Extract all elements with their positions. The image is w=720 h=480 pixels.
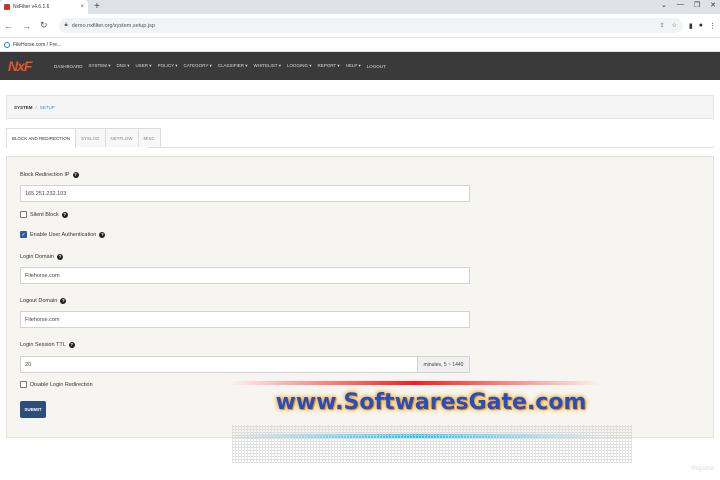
browser-menu-icon[interactable]: ⋮ bbox=[709, 22, 716, 30]
setup-tabs: BLOCK AND REDIRECTION SYSLOG NETFLOW MIS… bbox=[6, 128, 161, 148]
logout-domain-input[interactable]: Filehorse.com bbox=[20, 311, 470, 328]
tab-misc[interactable]: MISC bbox=[137, 128, 161, 147]
menu-category[interactable]: CATEGORY ▾ bbox=[184, 63, 212, 69]
browser-tab-strip: NxFilter v4.6.1.6 × + ⌄ — ❐ ✕ bbox=[0, 0, 720, 14]
session-ttl-label: Login Session TTL ? bbox=[20, 342, 75, 348]
nxfilter-logo[interactable]: NxF bbox=[0, 52, 54, 80]
menu-dns[interactable]: DNS ▾ bbox=[117, 63, 130, 69]
browser-toolbar: ← → ↻ 🔒︎ demo.nxfilter.org/system,setup.… bbox=[0, 14, 720, 38]
help-icon[interactable]: ? bbox=[99, 231, 106, 238]
breadcrumb-section[interactable]: SYSTEM bbox=[14, 105, 33, 110]
help-icon[interactable]: ? bbox=[60, 298, 67, 304]
forward-icon[interactable]: → bbox=[22, 21, 31, 31]
breadcrumb-page: SETUP bbox=[39, 104, 55, 110]
tab-syslog[interactable]: SYSLOG bbox=[75, 128, 106, 147]
session-ttl-input[interactable]: 20 bbox=[20, 356, 418, 373]
bookmark-filehorse[interactable]: FileHorse.com / Fre... bbox=[13, 42, 61, 48]
breadcrumb-separator: / bbox=[35, 104, 37, 110]
browser-tab-title: NxFilter v4.6.1.6 bbox=[13, 4, 50, 10]
logout-domain-label: Logout Domain ? bbox=[20, 298, 67, 304]
silent-block-checkbox[interactable]: Silent Block ? bbox=[20, 211, 68, 218]
help-icon[interactable]: ? bbox=[72, 172, 79, 178]
menu-whitelist[interactable]: WHITELIST ▾ bbox=[254, 63, 281, 69]
login-domain-input[interactable]: Filehorse.com bbox=[20, 267, 470, 284]
profile-icon[interactable]: ● bbox=[699, 22, 703, 29]
block-ip-input[interactable]: 165.251.232.103 bbox=[20, 185, 470, 202]
disable-login-redirect-label: Disable Login Redirection bbox=[30, 381, 93, 388]
bookmarks-bar: FileHorse.com / Fre... bbox=[0, 38, 720, 52]
sidebar-icon[interactable]: ▮ bbox=[689, 22, 693, 30]
menu-user[interactable]: USER ▾ bbox=[136, 63, 152, 69]
browser-tab[interactable]: NxFilter v4.6.1.6 × bbox=[0, 0, 88, 14]
help-icon[interactable]: ? bbox=[61, 211, 68, 218]
menu-help[interactable]: HELP ▾ bbox=[346, 63, 361, 69]
disable-login-redirect-checkbox[interactable]: Disable Login Redirection bbox=[20, 381, 93, 388]
address-bar[interactable]: 🔒︎ demo.nxfilter.org/system,setup.jsp ⇪ … bbox=[58, 18, 683, 33]
tab-netflow[interactable]: NETFLOW bbox=[104, 128, 139, 147]
silent-block-label: Silent Block bbox=[30, 211, 59, 218]
help-icon[interactable]: ? bbox=[68, 342, 75, 348]
silent-block-box[interactable] bbox=[20, 211, 27, 218]
submit-button[interactable]: SUBMIT bbox=[20, 401, 46, 418]
url-text: demo.nxfilter.org/system,setup.jsp bbox=[71, 22, 155, 29]
enable-auth-checkbox[interactable]: ✓ Enable User Authentication ? bbox=[20, 231, 106, 238]
tab-block-and-redirection[interactable]: BLOCK AND REDIRECTION bbox=[6, 128, 77, 148]
disable-login-redirect-box[interactable] bbox=[20, 381, 27, 388]
menu-policy[interactable]: POLICY ▾ bbox=[158, 63, 178, 69]
menu-system[interactable]: SYSTEM ▾ bbox=[89, 63, 111, 69]
tab-search-icon[interactable]: ⌄ bbox=[661, 1, 667, 9]
maximize-button[interactable]: ❐ bbox=[694, 1, 700, 9]
main-menu: DASHBOARD SYSTEM ▾ DNS ▾ USER ▾ POLICY ▾… bbox=[54, 63, 386, 69]
block-ip-label-text: Block Redirection IP bbox=[20, 172, 70, 178]
tab-divider bbox=[148, 147, 714, 148]
menu-logging[interactable]: LOGGING ▾ bbox=[287, 63, 312, 69]
enable-auth-label: Enable User Authentication bbox=[30, 231, 97, 238]
bookmark-star-icon[interactable]: ☆ bbox=[672, 22, 677, 29]
watermark-red-bar bbox=[230, 381, 600, 385]
watermark-text: www.SoftwaresGate.com bbox=[275, 390, 587, 415]
close-tab-icon[interactable]: × bbox=[80, 4, 84, 10]
new-tab-button[interactable]: + bbox=[94, 1, 100, 12]
session-ttl-unit: minutes, 5 ~ 1440 bbox=[417, 356, 470, 373]
logout-domain-label-text: Logout Domain bbox=[20, 298, 58, 304]
filehorse-bookmark-icon bbox=[4, 41, 10, 48]
app-header: NxF DASHBOARD SYSTEM ▾ DNS ▾ USER ▾ POLI… bbox=[0, 52, 720, 80]
corner-watermark: Repuma bbox=[691, 466, 714, 472]
block-ip-label: Block Redirection IP ? bbox=[20, 172, 79, 178]
close-window-button[interactable]: ✕ bbox=[710, 1, 716, 9]
menu-logout[interactable]: LOGOUT bbox=[367, 64, 386, 69]
reload-icon[interactable]: ↻ bbox=[40, 20, 48, 31]
login-domain-label-text: Login Domain bbox=[20, 254, 54, 260]
menu-dashboard[interactable]: DASHBOARD bbox=[54, 64, 83, 69]
help-icon[interactable]: ? bbox=[56, 254, 63, 260]
enable-auth-box[interactable]: ✓ bbox=[20, 231, 27, 238]
share-icon[interactable]: ⇪ bbox=[659, 22, 664, 29]
login-domain-label: Login Domain ? bbox=[20, 254, 63, 260]
lock-icon[interactable]: 🔒︎ bbox=[65, 22, 68, 29]
minimize-button[interactable]: — bbox=[677, 1, 684, 9]
watermark-noise bbox=[232, 425, 632, 463]
menu-report[interactable]: REPORT ▾ bbox=[318, 63, 340, 69]
menu-classifier[interactable]: CLASSIFIER ▾ bbox=[218, 63, 248, 69]
breadcrumb: SYSTEM / SETUP bbox=[6, 95, 714, 119]
nxfilter-favicon-icon bbox=[4, 4, 10, 10]
window-controls: ⌄ — ❐ ✕ bbox=[661, 1, 716, 9]
back-icon[interactable]: ← bbox=[4, 21, 13, 31]
session-ttl-label-text: Login Session TTL bbox=[20, 342, 66, 348]
